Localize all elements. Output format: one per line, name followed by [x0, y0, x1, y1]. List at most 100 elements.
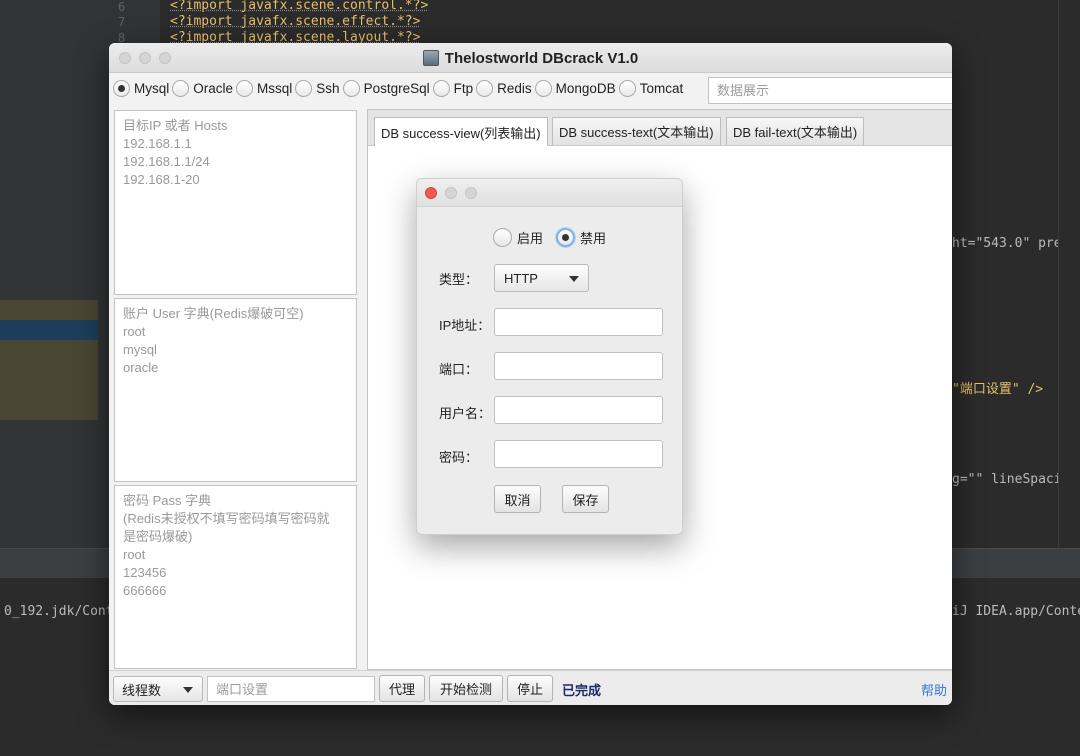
- radio-circle-selected: [556, 228, 575, 247]
- proxy-type-select[interactable]: HTTP: [494, 264, 589, 292]
- textarea-line: 192.168.1-20: [123, 172, 200, 187]
- textarea-line: root: [123, 547, 146, 562]
- data-display-input[interactable]: [708, 77, 952, 104]
- proxy-pass-input[interactable]: [494, 440, 663, 468]
- app-icon: [422, 50, 439, 66]
- db-type-radio-ssh[interactable]: Ssh: [295, 79, 342, 97]
- radio-circle: [236, 79, 254, 97]
- dialog-titlebar[interactable]: [417, 179, 682, 207]
- help-link[interactable]: 帮助: [921, 680, 947, 699]
- proxy-type-label: 类型：: [439, 272, 479, 287]
- port-setting-input[interactable]: [207, 676, 375, 702]
- db-type-radio-ftp[interactable]: Ftp: [432, 79, 477, 97]
- textarea-line: 123456: [123, 565, 167, 580]
- thread-count-select[interactable]: 线程数: [113, 676, 203, 702]
- radio-circle: [618, 79, 636, 97]
- ide-selection-stripe: [0, 320, 98, 340]
- proxy-user-input[interactable]: [494, 396, 663, 424]
- textarea-line: 192.168.1.1/24: [123, 154, 210, 169]
- zoom-dialog-button[interactable]: [465, 187, 477, 199]
- cancel-button[interactable]: 取消: [494, 485, 541, 513]
- db-type-label: Ssh: [316, 80, 340, 96]
- db-type-label: Mssql: [257, 80, 293, 96]
- minimize-dialog-button[interactable]: [445, 187, 457, 199]
- proxy-pass-label: 密码：: [439, 450, 479, 465]
- db-type-radio-tomcat[interactable]: Tomcat: [618, 79, 687, 97]
- radio-circle: [476, 79, 494, 97]
- stop-button[interactable]: 停止: [507, 675, 553, 702]
- hosts-textarea[interactable]: 目标IP 或者 Hosts 192.168.1.1 192.168.1.1/24 19…: [114, 110, 357, 295]
- ide-code-fragment: "端口设置" />: [952, 382, 1044, 397]
- db-type-label: Oracle: [193, 80, 234, 96]
- textarea-line: 目标IP 或者 Hosts: [123, 118, 228, 133]
- start-scan-button[interactable]: 开始检测: [429, 675, 503, 702]
- ide-highlight-stripe: [0, 340, 98, 420]
- db-type-radio-mssql[interactable]: Mssql: [236, 79, 295, 97]
- ide-code-line: <?import javafx.scene.control.*?>: [170, 0, 429, 13]
- ide-line-number: 7: [118, 15, 126, 29]
- radio-circle: [172, 79, 190, 97]
- pass-dict-textarea[interactable]: 密码 Pass 字典 (Redis未授权不填写密码填写密码就 是密码爆破) root 1…: [114, 485, 357, 669]
- radio-circle: [432, 79, 450, 97]
- ide-highlight-stripe: [0, 300, 98, 320]
- proxy-port-input[interactable]: [494, 352, 663, 380]
- proxy-enable-radio[interactable]: 启用: [493, 228, 543, 247]
- textarea-line: oracle: [123, 360, 159, 375]
- chevron-down-icon: [183, 687, 193, 693]
- proxy-disable-radio[interactable]: 禁用: [556, 228, 606, 247]
- ide-line-number: 6: [118, 0, 126, 14]
- ide-console-text: iJ IDEA.app/Conten: [952, 604, 1080, 619]
- ide-project-panel: [0, 0, 98, 548]
- user-dict-textarea[interactable]: 账户 User 字典(Redis爆破可空) root mysql oracle: [114, 298, 357, 482]
- db-type-label: MongoDB: [555, 80, 616, 96]
- proxy-dialog: 启用 禁用 类型： HTTP IP地址： 端口： 用户名： 密码： 取消 保存: [416, 178, 683, 535]
- tab-success-text[interactable]: DB success-text(文本输出): [552, 117, 721, 145]
- db-type-label: Tomcat: [639, 80, 684, 96]
- db-type-radio-redis[interactable]: Redis: [476, 79, 535, 97]
- textarea-line: mysql: [123, 342, 157, 357]
- db-type-label: PostgreSql: [363, 80, 430, 96]
- tab-fail-text[interactable]: DB fail-text(文本输出): [726, 117, 865, 145]
- db-type-radio-oracle[interactable]: Oracle: [172, 79, 236, 97]
- thread-count-label: 线程数: [122, 682, 162, 698]
- db-type-radio-mysql[interactable]: Mysql: [113, 79, 172, 97]
- radio-circle: [342, 79, 360, 97]
- close-dialog-button[interactable]: [425, 187, 437, 199]
- save-button[interactable]: 保存: [562, 485, 609, 513]
- bottom-toolbar: 线程数 代理 开始检测 停止 已完成 帮助: [109, 670, 952, 705]
- ide-console-text: 0_192.jdk/Cont: [4, 604, 114, 619]
- ide-scrollbar: [1058, 0, 1080, 548]
- db-type-label: Mysql: [134, 80, 170, 96]
- db-type-radio-postgresql[interactable]: PostgreSql: [342, 79, 433, 97]
- textarea-line: 192.168.1.1: [123, 136, 192, 151]
- chevron-down-icon: [569, 276, 579, 282]
- db-type-radio-mongodb[interactable]: MongoDB: [534, 79, 619, 97]
- results-tab-bar: DB success-view(列表输出) DB success-text(文本…: [368, 110, 952, 146]
- radio-circle-selected: [113, 79, 130, 97]
- proxy-type-value: HTTP: [504, 270, 538, 286]
- textarea-line: root: [123, 324, 146, 339]
- textarea-line: 666666: [123, 583, 167, 598]
- textarea-line: 是密码爆破): [123, 529, 193, 544]
- input-column: 目标IP 或者 Hosts 192.168.1.1 192.168.1.1/24 19…: [114, 110, 357, 669]
- textarea-line: 密码 Pass 字典: [123, 493, 212, 508]
- db-type-label: Ftp: [453, 80, 474, 96]
- ide-code-line: <?import javafx.scene.effect.*?>: [170, 14, 421, 29]
- proxy-port-label: 端口：: [439, 362, 479, 377]
- proxy-disable-label: 禁用: [580, 231, 607, 246]
- window-title: Thelostworld DBcrack V1.0: [444, 49, 639, 67]
- db-type-label: Redis: [497, 80, 532, 96]
- window-titlebar[interactable]: Thelostworld DBcrack V1.0: [109, 43, 952, 73]
- desktop: 6 7 8 <?import javafx.scene.control.*?> …: [0, 0, 1080, 756]
- textarea-line: (Redis未授权不填写密码填写密码就: [123, 511, 330, 526]
- status-text: 已完成: [562, 683, 602, 698]
- textarea-line: 账户 User 字典(Redis爆破可空): [123, 306, 304, 321]
- proxy-button[interactable]: 代理: [379, 675, 425, 702]
- radio-circle: [534, 79, 552, 97]
- radio-circle: [295, 79, 313, 97]
- proxy-ip-label: IP地址：: [439, 318, 491, 333]
- proxy-user-label: 用户名：: [439, 406, 492, 421]
- proxy-enable-label: 启用: [517, 231, 544, 246]
- proxy-ip-input[interactable]: [494, 308, 663, 336]
- tab-success-view[interactable]: DB success-view(列表输出): [374, 117, 548, 146]
